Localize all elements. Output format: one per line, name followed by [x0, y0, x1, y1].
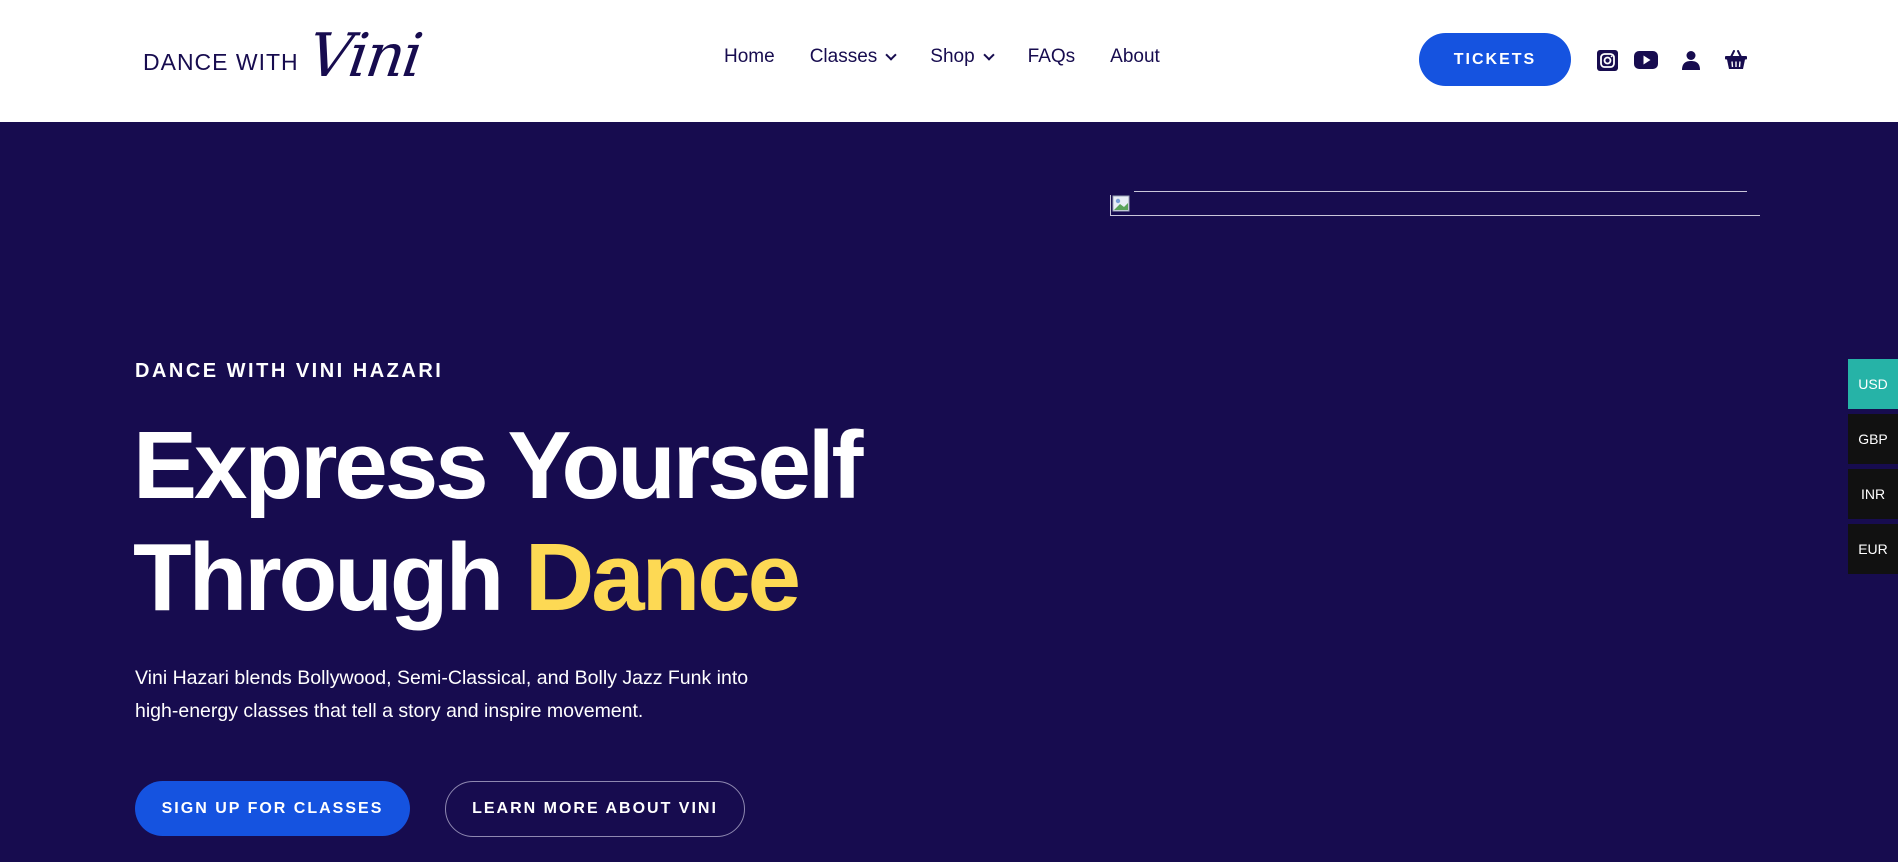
logo-script: Vini [303, 21, 425, 91]
tickets-button[interactable]: TICKETS [1419, 33, 1571, 86]
site-logo[interactable]: DANCE WITH Vini [143, 14, 425, 104]
nav-classes[interactable]: Classes [809, 46, 897, 68]
hero-title-line1: Express Yourself [133, 412, 863, 519]
user-icon[interactable] [1679, 48, 1703, 72]
sign-up-button[interactable]: SIGN UP FOR CLASSES [135, 781, 410, 836]
currency-inr-button[interactable]: INR [1848, 469, 1898, 519]
chevron-down-icon [982, 48, 995, 61]
nav-shop[interactable]: Shop [930, 46, 995, 68]
nav-faqs[interactable]: FAQs [1028, 46, 1076, 68]
sign-up-button-label: SIGN UP FOR CLASSES [161, 799, 384, 817]
site-header: DANCE WITH Vini Home Classes Shop FAQs A… [0, 0, 1898, 122]
learn-more-button-label: LEARN MORE ABOUT VINI [472, 800, 718, 817]
currency-gbp-button[interactable]: GBP [1848, 414, 1898, 464]
chevron-down-icon [885, 48, 897, 61]
nav-shop-label: Shop [930, 46, 975, 67]
currency-usd-button[interactable]: USD [1848, 359, 1898, 409]
nav-about[interactable]: About [1110, 46, 1160, 68]
basket-icon[interactable] [1724, 48, 1748, 72]
broken-image-icon [1112, 195, 1130, 212]
currency-eur-button[interactable]: EUR [1848, 524, 1898, 574]
nav-home[interactable]: Home [724, 46, 775, 68]
instagram-icon[interactable] [1595, 48, 1619, 72]
learn-more-button[interactable]: LEARN MORE ABOUT VINI [445, 781, 745, 837]
hero-title-accent: Dance [524, 524, 801, 631]
hero-image [1110, 191, 1760, 216]
hero-title-line2-prefix: Through [133, 524, 525, 631]
image-border-top [1134, 191, 1747, 192]
youtube-icon[interactable] [1633, 48, 1659, 72]
hero-description: Vini Hazari blends Bollywood, Semi-Class… [135, 667, 749, 722]
tickets-button-label: TICKETS [1453, 50, 1537, 68]
image-border-left [1110, 195, 1111, 216]
hero-eyebrow: DANCE WITH VINI HAZARI [135, 360, 444, 382]
nav-classes-label: Classes [809, 46, 878, 67]
logo-text: DANCE WITH [143, 48, 299, 75]
image-border-bottom [1110, 215, 1760, 216]
nav-home-label: Home [724, 46, 775, 67]
nav-faqs-label: FAQs [1027, 46, 1076, 67]
main-nav: Home Classes Shop FAQs About [724, 46, 1160, 68]
hero-title: Express Yourself Through Dance [133, 410, 863, 634]
nav-about-label: About [1110, 46, 1160, 67]
